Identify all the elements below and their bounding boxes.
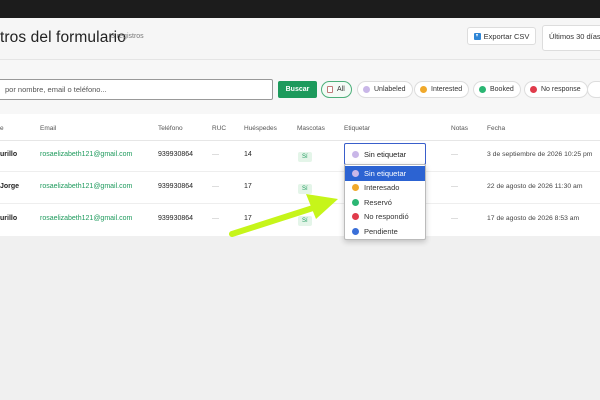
download-icon [473, 32, 481, 40]
row-name: urillo [0, 151, 18, 158]
filter-chip-label: Interested [431, 86, 463, 93]
tag-option-label: Interesado [364, 183, 400, 193]
filter-chip-booked[interactable]: Booked [473, 81, 521, 98]
row-date: 22 de agosto de 2026 11:30 am [487, 183, 583, 190]
column-header-name: e [0, 125, 4, 132]
column-header-notes: Notas [451, 125, 468, 132]
column-header-phone: Teléfono [158, 125, 183, 132]
table-row[interactable]: urillo rosaelizabeth121@gmail.com 939930… [0, 204, 600, 236]
column-header-ruc: RUC [212, 125, 227, 132]
tag-option-interesado[interactable]: Interesado [345, 181, 425, 196]
row-date: 17 de agosto de 2026 8:53 am [487, 215, 580, 222]
filter-chip-label: No response [541, 86, 581, 93]
tag-option-pendiente[interactable]: Pendiente [345, 224, 425, 239]
row-name: Jorge [0, 183, 20, 190]
pending-dot-icon [352, 227, 359, 235]
row-email[interactable]: rosaelizabeth121@gmail.com [40, 183, 132, 190]
tag-option-reservo[interactable]: Reservó [345, 195, 425, 210]
row-date: 3 de septiembre de 2026 10:25 pm [487, 151, 593, 158]
filter-chip-no-response[interactable]: No response [524, 81, 588, 98]
trash-icon [327, 86, 333, 93]
row-ruc: — [212, 183, 219, 190]
unlabeled-dot-icon [352, 150, 359, 158]
filter-chip-all[interactable]: All [321, 81, 352, 98]
tag-dropdown: Sin etiquetar Interesado Reservó No resp… [344, 164, 426, 240]
interested-dot-icon [352, 184, 359, 192]
row-pets-badge: Sí [298, 216, 312, 226]
row-guests: 14 [244, 151, 252, 158]
table-row[interactable]: Jorge rosaelizabeth121@gmail.com 9399308… [0, 172, 600, 204]
column-header-guests: Huéspedes [244, 125, 277, 132]
row-email[interactable]: rosaelizabeth121@gmail.com [40, 151, 132, 158]
filter-bar: Buscar All Unlabeled Interested Booked N… [0, 60, 600, 114]
row-guests: 17 [244, 183, 252, 190]
unlabeled-dot-icon [352, 169, 359, 177]
tag-option-sin-etiquetar[interactable]: Sin etiquetar [345, 166, 425, 181]
tag-select[interactable]: Sin etiquetar [344, 143, 426, 165]
filter-chip-more[interactable] [587, 81, 600, 98]
no-response-dot-icon [530, 86, 537, 93]
filter-chip-label: Booked [490, 86, 514, 93]
row-phone: 939930864 [158, 183, 194, 190]
interested-dot-icon [420, 86, 427, 93]
row-notes: — [451, 183, 458, 190]
date-range-select[interactable]: Últimos 30 días [542, 25, 600, 51]
row-ruc: — [212, 151, 219, 158]
export-csv-button[interactable]: Exportar CSV [467, 27, 536, 45]
row-phone: 939930864 [158, 151, 194, 158]
records-table: e Email Teléfono RUC Huéspedes Mascotas … [0, 114, 600, 236]
row-pets-badge: Sí [298, 184, 312, 194]
column-header-email: Email [40, 125, 57, 132]
filter-chip-unlabeled[interactable]: Unlabeled [357, 81, 413, 98]
column-header-pets: Mascotas [297, 125, 325, 132]
row-guests: 17 [244, 215, 252, 222]
unlabeled-dot-icon [363, 86, 370, 93]
tag-option-label: Pendiente [364, 226, 398, 236]
tag-option-label: Sin etiquetar [364, 168, 407, 178]
row-ruc: — [212, 215, 219, 222]
page-title: tros del formulario [0, 29, 126, 46]
top-bar [0, 0, 600, 18]
filter-chip-interested[interactable]: Interested [414, 81, 470, 98]
tag-option-label: No respondió [364, 212, 409, 222]
row-notes: — [451, 151, 458, 158]
no-response-dot-icon [352, 213, 359, 221]
filter-chip-label: Unlabeled [374, 86, 406, 93]
row-email[interactable]: rosaelizabeth121@gmail.com [40, 215, 132, 222]
search-input[interactable] [0, 79, 273, 100]
export-csv-label: Exportar CSV [483, 31, 530, 41]
row-name: urillo [0, 215, 18, 222]
filter-chip-label: All [337, 86, 345, 93]
booked-dot-icon [479, 86, 486, 93]
tag-option-no-respondio[interactable]: No respondió [345, 210, 425, 225]
row-notes: — [451, 215, 458, 222]
record-count: 3 registros [111, 33, 144, 40]
row-pets-badge: Sí [298, 152, 312, 162]
page-header: tros del formulario 3 registros Exportar… [0, 18, 600, 60]
column-header-date: Fecha [487, 125, 506, 132]
tag-option-label: Reservó [364, 197, 392, 207]
table-row[interactable]: urillo rosaelizabeth121@gmail.com 939930… [0, 140, 600, 172]
search-button[interactable]: Buscar [278, 81, 317, 98]
column-header-tag: Etiquetar [344, 125, 371, 132]
tag-select-value: Sin etiquetar [364, 149, 407, 159]
row-phone: 939930864 [158, 215, 194, 222]
booked-dot-icon [352, 198, 359, 206]
